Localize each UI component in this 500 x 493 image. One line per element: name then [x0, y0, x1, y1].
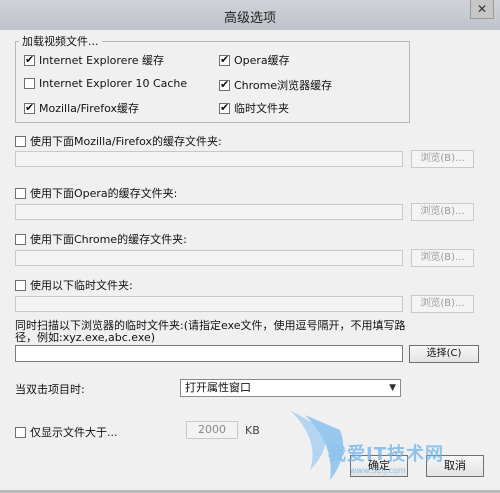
opera-folder-input[interactable]	[15, 204, 403, 220]
advanced-options-window: 高级选项 ✕ 加载视频文件... Internet Explorere 缓存 O…	[0, 0, 500, 490]
opera-cache-checkbox[interactable]: Opera缓存	[219, 52, 290, 68]
checkbox-label: 使用下面Opera的缓存文件夹:	[30, 187, 178, 200]
checkbox-label: 仅显示文件大于...	[30, 426, 118, 439]
checkbox-box[interactable]	[15, 187, 26, 199]
firefox-cache-checkbox[interactable]: Mozilla/Firefox缓存	[24, 100, 139, 116]
video-group-legend: 加载视频文件...	[19, 33, 102, 49]
chevron-down-icon: ▼	[389, 383, 396, 393]
ie-cache-checkbox[interactable]: Internet Explorere 缓存	[24, 52, 164, 68]
checkbox-label: 使用下面Mozilla/Firefox的缓存文件夹:	[30, 135, 222, 148]
size-filter-input[interactable]: 2000	[186, 421, 238, 439]
checkbox-box[interactable]	[219, 78, 230, 91]
checkbox-label: Opera缓存	[234, 54, 290, 67]
close-icon: ✕	[476, 2, 488, 16]
window-title: 高级选项	[223, 11, 276, 26]
checkbox-box[interactable]	[15, 135, 26, 147]
checkbox-label: 临时文件夹	[234, 102, 289, 115]
checkbox-label: 使用以下临时文件夹:	[30, 279, 133, 292]
chrome-browse-button[interactable]: 浏览(B)...	[411, 249, 474, 267]
opera-browse-button[interactable]: 浏览(B)...	[411, 203, 474, 221]
checkbox-label: Mozilla/Firefox缓存	[39, 102, 140, 115]
checkbox-box[interactable]	[24, 53, 35, 66]
temp-folder-input[interactable]	[15, 296, 403, 312]
checkbox-label: Internet Explorer 10 Cache	[39, 77, 188, 90]
checkbox-box[interactable]	[15, 233, 26, 245]
chrome-cache-checkbox[interactable]: Chrome浏览器缓存	[219, 77, 332, 93]
checkbox-box[interactable]	[219, 53, 230, 66]
select-exe-button[interactable]: 选择(C)	[409, 345, 479, 363]
chrome-folder-input[interactable]	[15, 250, 403, 266]
scan-exe-input[interactable]	[15, 345, 403, 362]
use-firefox-folder-checkbox[interactable]: 使用下面Mozilla/Firefox的缓存文件夹:	[15, 133, 222, 149]
checkbox-box[interactable]	[24, 78, 35, 89]
firefox-browse-button[interactable]: 浏览(B)...	[411, 150, 474, 168]
firefox-folder-input[interactable]	[15, 151, 403, 167]
cancel-button[interactable]: 取消	[426, 455, 484, 477]
use-chrome-folder-checkbox[interactable]: 使用下面Chrome的缓存文件夹:	[15, 231, 187, 247]
size-unit-label: KB	[245, 424, 260, 437]
double-click-label: 当双击项目时:	[15, 383, 85, 396]
size-filter-checkbox[interactable]: 仅显示文件大于...	[15, 424, 118, 440]
ok-button[interactable]: 确定	[350, 455, 408, 477]
ie10-cache-checkbox[interactable]: Internet Explorer 10 Cache	[24, 77, 187, 90]
double-click-action-select[interactable]: 打开属性窗口 ▼	[180, 379, 401, 397]
checkbox-box[interactable]	[24, 101, 35, 114]
double-click-selected: 打开属性窗口	[185, 381, 251, 394]
checkbox-label: Chrome浏览器缓存	[234, 79, 333, 92]
temp-browse-button[interactable]: 浏览(B)...	[411, 295, 474, 313]
checkbox-box[interactable]	[15, 426, 26, 438]
checkbox-box[interactable]	[219, 101, 230, 114]
title-bar: 高级选项 ✕	[0, 0, 500, 30]
close-button[interactable]: ✕	[470, 0, 494, 19]
use-opera-folder-checkbox[interactable]: 使用下面Opera的缓存文件夹:	[15, 185, 177, 201]
checkbox-label: Internet Explorere 缓存	[39, 54, 164, 67]
temp-folder-checkbox[interactable]: 临时文件夹	[219, 100, 289, 116]
checkbox-label: 使用下面Chrome的缓存文件夹:	[30, 233, 187, 246]
checkbox-box[interactable]	[15, 279, 26, 291]
use-temp-folder-checkbox[interactable]: 使用以下临时文件夹:	[15, 277, 133, 293]
scan-instruction-label: 同时扫描以下浏览器的临时文件夹:(请指定exe文件，使用逗号隔开，不用填写路径，…	[15, 319, 406, 344]
